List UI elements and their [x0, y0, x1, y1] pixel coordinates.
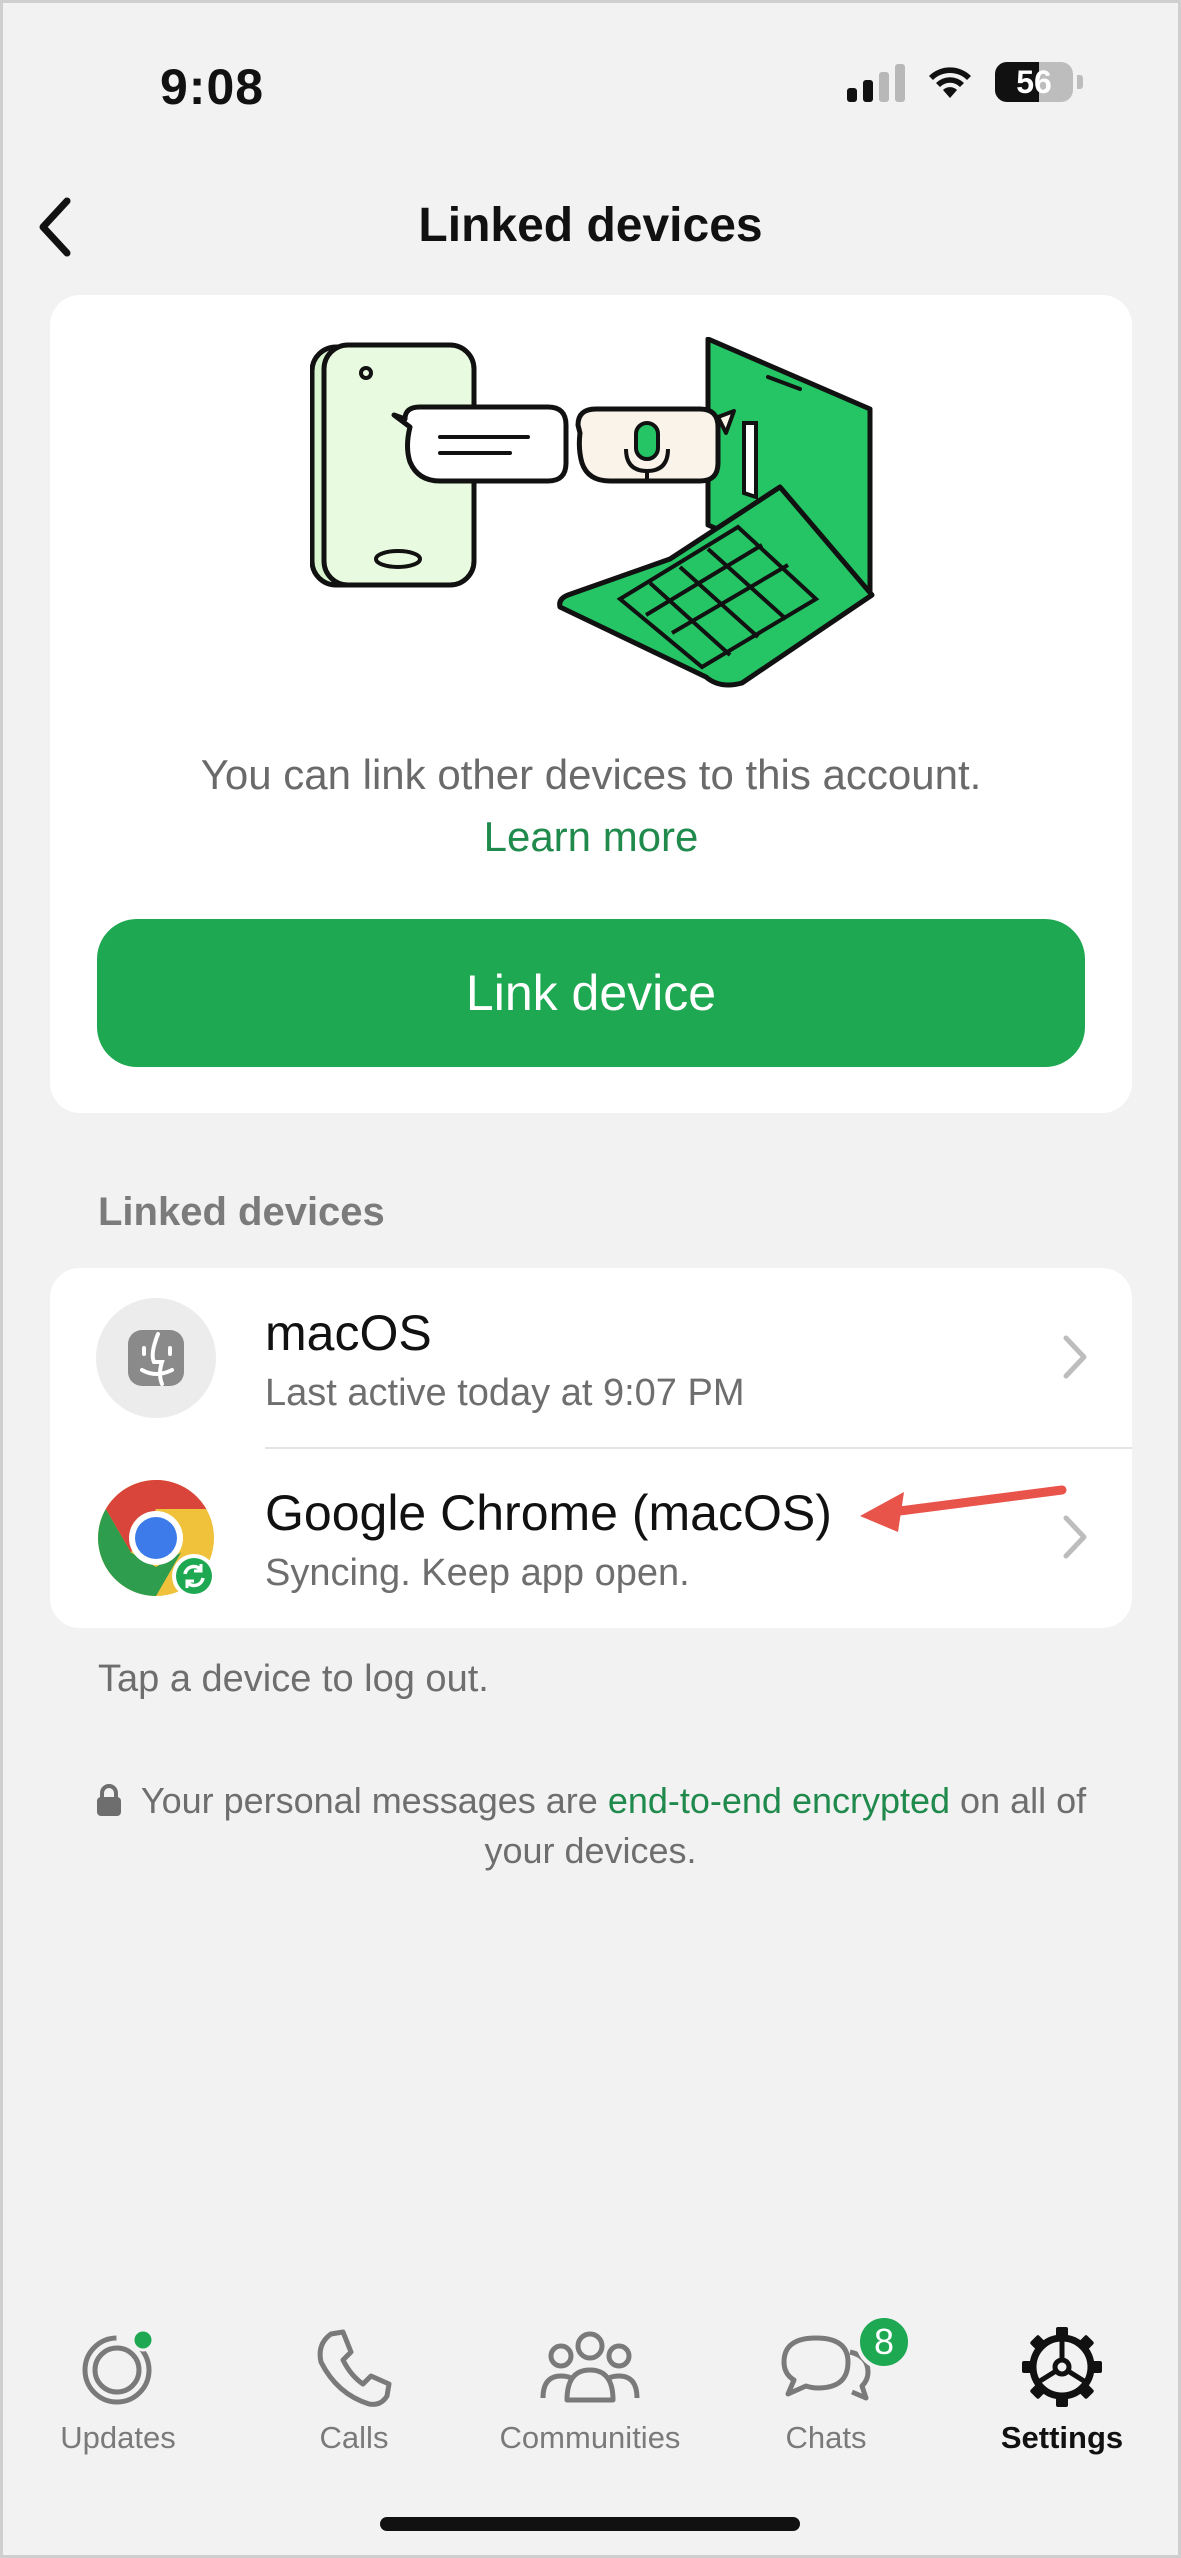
encryption-note-line2: your devices. — [484, 1830, 697, 1871]
annotation-arrow-icon — [860, 1485, 1067, 1532]
battery-icon: 56 — [995, 62, 1073, 102]
tab-settings[interactable]: Settings — [944, 2310, 1180, 2460]
logout-hint: Tap a device to log out. — [98, 1658, 489, 1700]
phone-icon — [317, 2329, 392, 2407]
chrome-icon — [96, 1478, 216, 1598]
linked-devices-list: macOS Last active today at 9:07 PM Googl… — [50, 1268, 1132, 1628]
cellular-signal-icon — [847, 62, 905, 102]
chevron-right-icon — [1063, 1335, 1087, 1379]
device-name: macOS — [265, 1305, 432, 1361]
section-header: Linked devices — [98, 1190, 385, 1234]
tab-label: Communities — [499, 2420, 681, 2455]
tab-label: Updates — [60, 2420, 176, 2455]
encryption-prefix: Your personal messages are — [140, 1780, 608, 1821]
page-title: Linked devices — [418, 199, 763, 252]
updates-icon — [82, 2328, 155, 2405]
tab-updates[interactable]: Updates — [0, 2310, 236, 2460]
device-name: Google Chrome (macOS) — [265, 1485, 832, 1541]
wifi-icon — [929, 67, 971, 98]
learn-more-link[interactable]: Learn more — [50, 807, 1132, 867]
gear-icon — [1022, 2327, 1102, 2407]
link-device-card: You can link other devices to this accou… — [50, 295, 1132, 1113]
communities-icon — [540, 2331, 640, 2403]
encryption-link[interactable]: end-to-end encrypted — [608, 1780, 950, 1821]
macos-finder-icon — [96, 1298, 216, 1418]
tab-communities[interactable]: Communities — [472, 2310, 708, 2460]
status-time: 9:08 — [160, 59, 265, 115]
device-row-macos[interactable]: macOS Last active today at 9:07 PM — [50, 1268, 1132, 1449]
link-description: You can link other devices to this accou… — [200, 751, 982, 798]
tab-label: Calls — [319, 2420, 389, 2455]
battery-level: 56 — [1016, 63, 1052, 100]
tab-calls[interactable]: Calls — [236, 2310, 472, 2460]
link-device-button[interactable]: Link device — [97, 919, 1085, 1067]
status-indicators: 56 — [847, 62, 1083, 102]
device-status: Syncing. Keep app open. — [265, 1552, 690, 1594]
tab-label: Settings — [1000, 2420, 1124, 2455]
home-indicator — [380, 2517, 800, 2531]
linked-devices-illustration — [310, 337, 875, 688]
encryption-note: Your personal messages are end-to-end en… — [50, 1780, 1131, 1822]
encryption-suffix: on all of — [950, 1780, 1087, 1821]
device-status: Last active today at 9:07 PM — [265, 1372, 745, 1414]
tab-label: Chats — [785, 2420, 867, 2455]
unread-badge: 8 — [856, 2314, 912, 2370]
lock-icon — [96, 1784, 121, 1816]
tab-bar: Updates Calls Communities Chats Settings — [0, 2310, 1181, 2460]
